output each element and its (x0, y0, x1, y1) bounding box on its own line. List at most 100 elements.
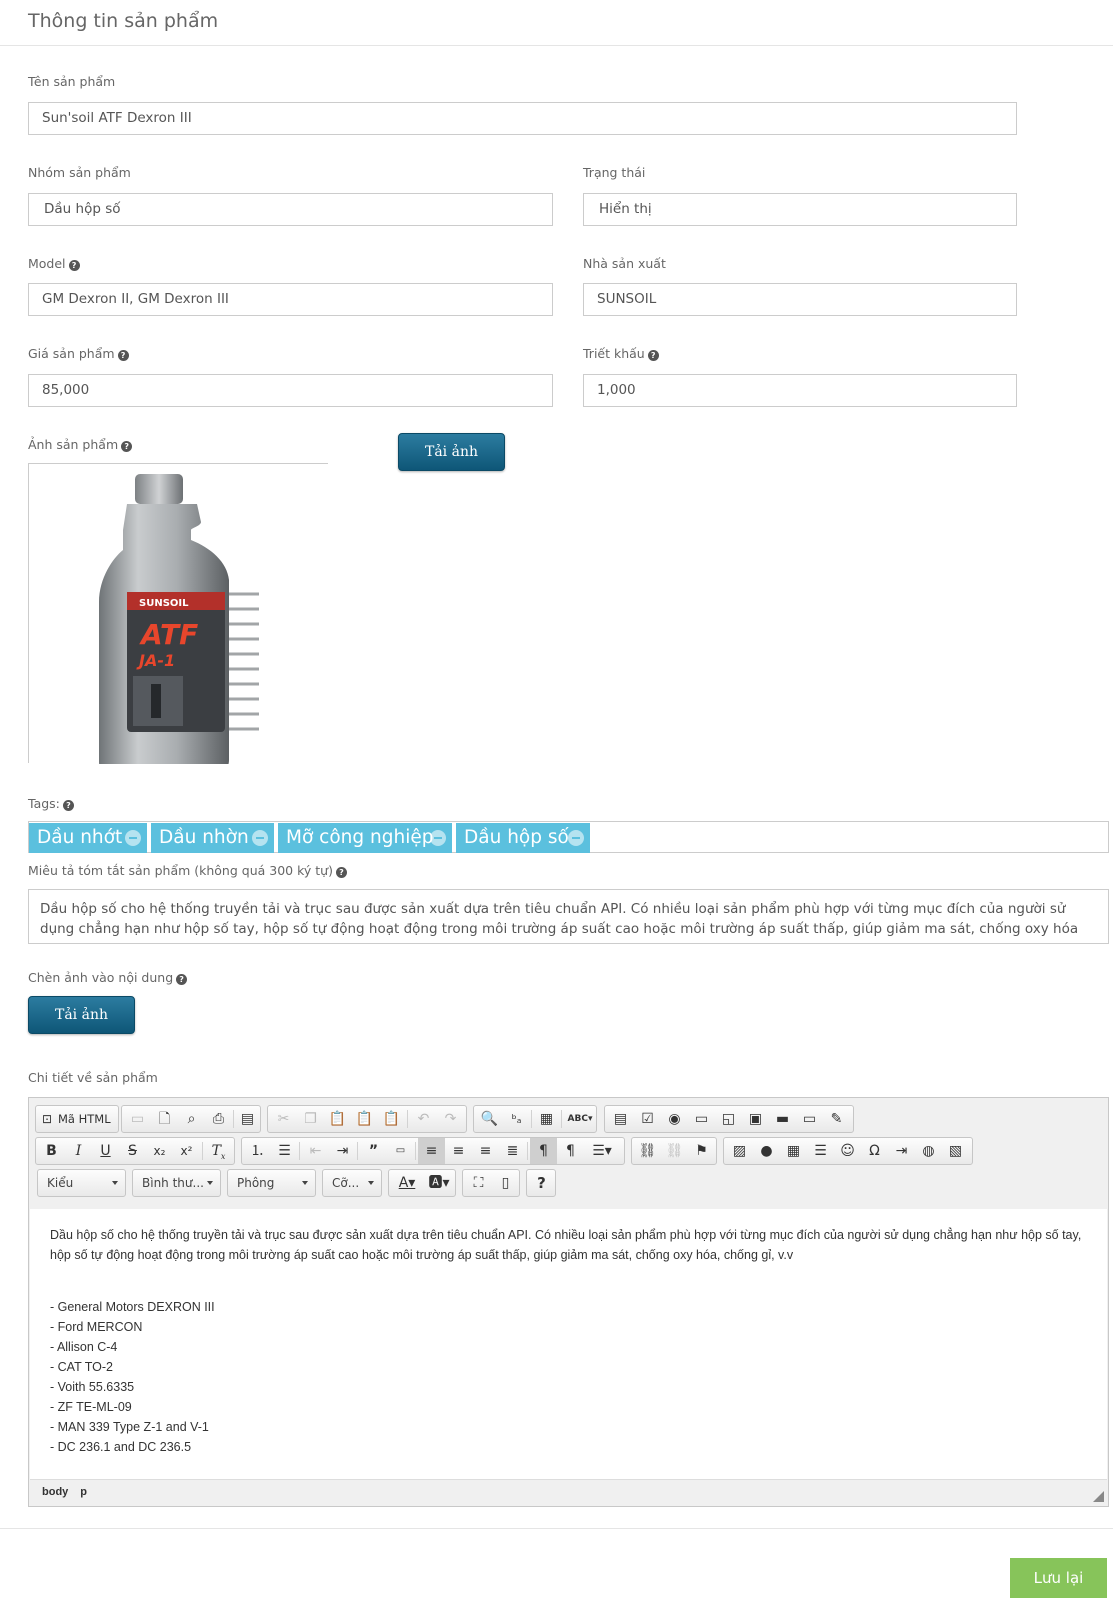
paste-word-icon[interactable]: 📋 (378, 1106, 405, 1132)
upload-image-button[interactable]: Tải ảnh (398, 433, 505, 471)
show-blocks-icon[interactable]: ▯ (492, 1170, 519, 1196)
replace-icon[interactable]: ᵇₐ (503, 1106, 530, 1132)
italic-icon[interactable]: I (65, 1138, 92, 1164)
save-button[interactable]: Lưu lại (1010, 1558, 1107, 1598)
status-select[interactable]: Hiển thị (583, 193, 1017, 226)
subscript-icon[interactable]: x₂ (146, 1138, 173, 1164)
justify-icon[interactable]: ≣ (499, 1138, 526, 1164)
smiley-icon[interactable]: ☺ (834, 1138, 861, 1164)
form-icon[interactable]: ▤ (607, 1106, 634, 1132)
bulleted-list-icon[interactable]: ☰ (271, 1138, 298, 1164)
align-right-icon[interactable]: ≡ (472, 1138, 499, 1164)
hidden-field-icon[interactable]: ✎ (823, 1106, 850, 1132)
templates-icon[interactable]: ▤ (234, 1106, 261, 1132)
page-title: Thông tin sản phẩm (28, 10, 219, 32)
insert-image-upload-button[interactable]: Tải ảnh (28, 996, 135, 1034)
paste-text-icon[interactable]: 📋 (351, 1106, 378, 1132)
unlink-icon[interactable]: ⛓ (661, 1138, 688, 1164)
checkbox-icon[interactable]: ☑ (634, 1106, 661, 1132)
remove-format-icon[interactable]: Tx (205, 1138, 232, 1164)
link-icon[interactable]: ⛓ (634, 1138, 661, 1164)
manufacturer-input[interactable]: SUNSOIL (583, 283, 1017, 316)
underline-icon[interactable]: U (92, 1138, 119, 1164)
select-all-icon[interactable]: ▦ (533, 1106, 560, 1132)
flash-icon[interactable]: ● (753, 1138, 780, 1164)
copy-icon[interactable]: ❐ (297, 1106, 324, 1132)
language-icon[interactable]: ☰▾ (584, 1138, 620, 1164)
cut-icon[interactable]: ✂ (270, 1106, 297, 1132)
format-combo[interactable]: Bình thư... (132, 1169, 221, 1197)
tags-input[interactable]: Dầu nhớt Dầu nhờn Mỡ công nghiệp Dầu hộp… (28, 821, 1109, 853)
help-icon[interactable]: ? (117, 350, 129, 361)
radio-icon[interactable]: ◉ (661, 1106, 688, 1132)
insert-image-icon[interactable]: ▧ (942, 1138, 969, 1164)
redo-icon[interactable]: ↷ (437, 1106, 464, 1132)
rtl-icon[interactable]: ¶ (557, 1138, 584, 1164)
style-combo[interactable]: Kiểu (37, 1169, 126, 1197)
discount-input[interactable]: 1,000 (583, 374, 1017, 407)
help-icon[interactable]: ? (176, 974, 188, 985)
group-select[interactable]: Dầu hộp số (28, 193, 553, 226)
model-input[interactable]: GM Dexron II, GM Dexron III (28, 283, 553, 316)
help-icon[interactable]: ? (68, 260, 80, 271)
preview-icon[interactable]: ⌕ (178, 1106, 205, 1132)
blockquote-icon[interactable]: ” (360, 1138, 387, 1164)
page-break-icon[interactable]: ⇥ (888, 1138, 915, 1164)
help-icon[interactable]: ? (62, 800, 74, 811)
button-field-icon[interactable]: ▬ (769, 1106, 796, 1132)
image-icon[interactable]: ▨ (726, 1138, 753, 1164)
path-body[interactable]: body (42, 1486, 68, 1498)
ltr-icon[interactable]: ¶ (530, 1138, 557, 1164)
editor-content[interactable]: Dầu hộp số cho hệ thống truyền tải và tr… (30, 1209, 1107, 1479)
image-button-icon[interactable]: ▭ (796, 1106, 823, 1132)
style-combo-label: Kiểu (47, 1176, 74, 1190)
maximize-icon[interactable]: ⛶ (465, 1170, 492, 1196)
remove-tag-icon[interactable] (252, 830, 268, 846)
remove-tag-icon[interactable] (568, 830, 584, 846)
summary-textarea[interactable]: Dầu hộp số cho hệ thống truyền tải và tr… (28, 889, 1109, 944)
help-icon[interactable]: ? (121, 441, 133, 452)
help-icon[interactable]: ? (647, 350, 659, 361)
resize-handle-icon[interactable] (1093, 1491, 1104, 1502)
superscript-icon[interactable]: x² (173, 1138, 200, 1164)
select-field-icon[interactable]: ▣ (742, 1106, 769, 1132)
price-input[interactable]: 85,000 (28, 374, 553, 407)
list-item: - Voith 55.6335 (50, 1380, 135, 1394)
source-button[interactable]: ⊡ Mã HTML (36, 1106, 118, 1132)
path-p[interactable]: p (80, 1486, 87, 1498)
font-combo[interactable]: Phông (227, 1169, 316, 1197)
spellcheck-icon[interactable]: ABC▾ (564, 1106, 596, 1132)
save-icon[interactable]: ▭ (124, 1106, 151, 1132)
div-icon[interactable]: ▭ (387, 1138, 414, 1164)
list-item: - Ford MERCON (50, 1320, 143, 1334)
remove-tag-icon[interactable] (125, 830, 141, 846)
paste-icon[interactable]: 📋 (324, 1106, 351, 1132)
remove-tag-icon[interactable] (430, 830, 446, 846)
help-icon[interactable]: ? (528, 1170, 555, 1196)
list-item: - CAT TO-2 (50, 1360, 113, 1374)
indent-icon[interactable]: ⇥ (329, 1138, 356, 1164)
align-left-icon[interactable]: ≡ (418, 1138, 445, 1164)
name-input[interactable]: Sun'soil ATF Dexron III (28, 102, 1017, 135)
find-icon[interactable]: 🔍 (476, 1106, 503, 1132)
numbered-list-icon[interactable]: ⒈ (244, 1138, 271, 1164)
font-combo-label: Phông (237, 1176, 275, 1190)
table-icon[interactable]: ▦ (780, 1138, 807, 1164)
outdent-icon[interactable]: ⇤ (302, 1138, 329, 1164)
bold-icon[interactable]: B (38, 1138, 65, 1164)
print-icon[interactable]: ⎙ (205, 1106, 232, 1132)
new-page-icon[interactable]: 🗋 (151, 1106, 178, 1132)
special-char-icon[interactable]: Ω (861, 1138, 888, 1164)
iframe-icon[interactable]: ◍ (915, 1138, 942, 1164)
help-icon[interactable]: ? (335, 867, 347, 878)
bg-color-icon[interactable]: 🅰▾ (423, 1170, 455, 1196)
undo-icon[interactable]: ↶ (410, 1106, 437, 1132)
textarea-icon[interactable]: ◱ (715, 1106, 742, 1132)
size-combo[interactable]: Cỡ... (322, 1169, 382, 1197)
anchor-flag-icon[interactable]: ⚑ (688, 1138, 715, 1164)
text-color-icon[interactable]: A▾ (391, 1170, 423, 1196)
textfield-icon[interactable]: ▭ (688, 1106, 715, 1132)
horizontal-line-icon[interactable]: ☰ (807, 1138, 834, 1164)
strike-icon[interactable]: S (119, 1138, 146, 1164)
align-center-icon[interactable]: ≡ (445, 1138, 472, 1164)
